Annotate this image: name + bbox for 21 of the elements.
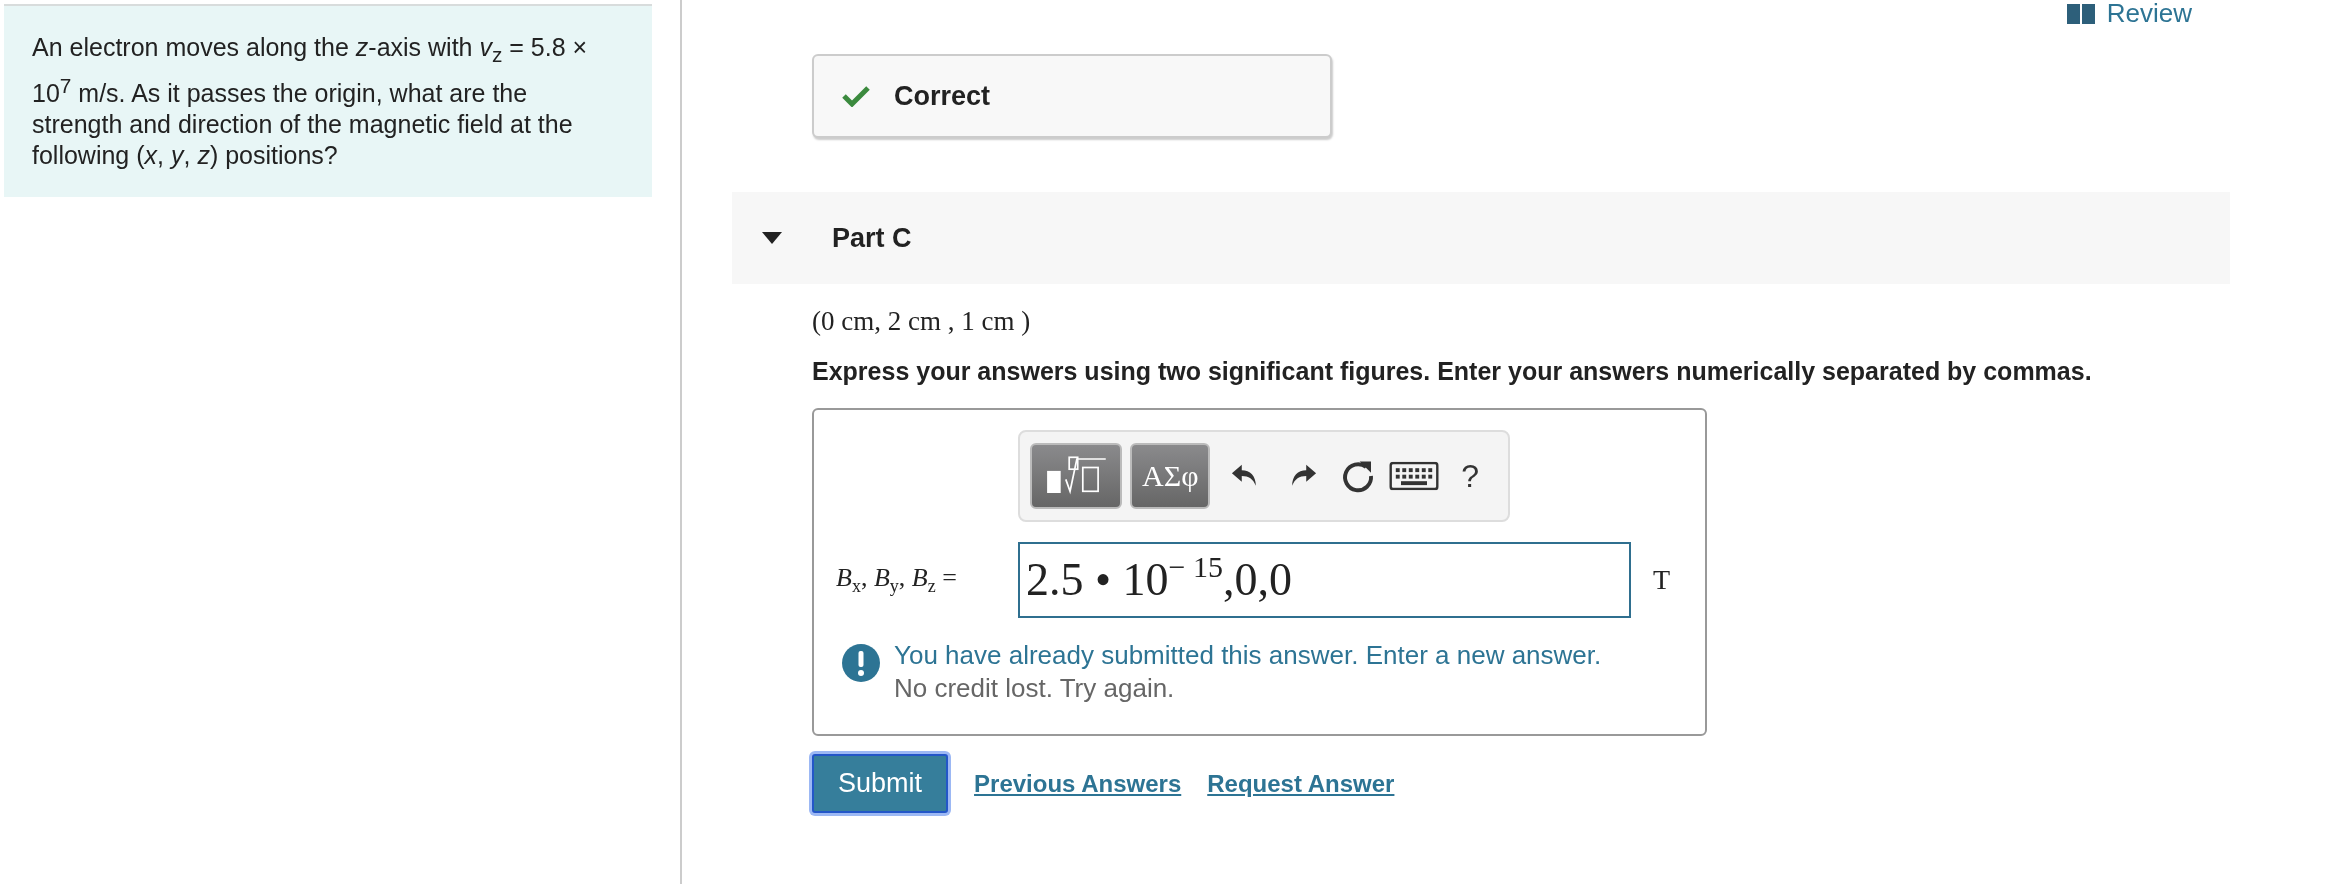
- unit-label: T: [1653, 564, 1671, 596]
- alert-icon: [842, 644, 880, 682]
- part-header[interactable]: Part C: [732, 192, 2230, 284]
- templates-button[interactable]: [1030, 443, 1122, 509]
- instruction-text: Express your answers using two significant figures. Enter your answers numerically separated by commas.: [812, 357, 2093, 386]
- answer-label: B$_{x}$, B$_{y}$, B$_{z}$ =: [836, 562, 958, 598]
- answer-field[interactable]: 2.5 • 10$^{− 15}$,0,0: [1018, 542, 1631, 618]
- help-button[interactable]: ?: [1442, 446, 1498, 506]
- keyboard-icon: [1389, 461, 1439, 491]
- submit-button[interactable]: Submit: [812, 754, 949, 813]
- book-icon: [2066, 3, 2095, 24]
- coordinates-text: (0 cm, 2 cm , 1 cm ): [812, 306, 1032, 337]
- text-link[interactable]: Request Answer: [1207, 769, 1395, 798]
- feedback-label: Correct: [894, 80, 991, 112]
- checkmark-icon: [842, 85, 870, 107]
- question-text: An electron moves along the z-axis with v$_{z}$ = 5.8 × 10$^{7}$ m/s. As it passes the origin, what are the strength and direction of the magnetic field at the following (x, y, z) positions?: [32, 32, 589, 172]
- symbols-button[interactable]: ΑΣφ: [1130, 443, 1211, 509]
- message-text: You have already submitted this answer. Enter a new answer.: [894, 640, 1602, 671]
- text-link[interactable]: Previous Answers: [974, 769, 1182, 798]
- review-link[interactable]: Review: [2106, 0, 2192, 29]
- message-detail: No credit lost. Try again.: [894, 673, 1176, 704]
